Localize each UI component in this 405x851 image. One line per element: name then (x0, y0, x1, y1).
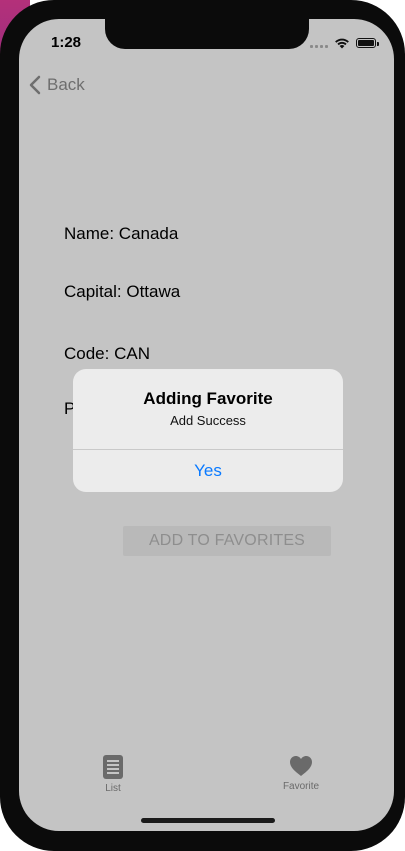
home-indicator[interactable] (141, 818, 275, 823)
phone-frame: 1:28 Back Name: Canada Capital: Ottawa C… (0, 0, 405, 851)
back-label: Back (47, 75, 85, 94)
heart-icon (290, 756, 312, 776)
status-icons (310, 37, 379, 49)
alert-message: Add Success (170, 413, 246, 428)
app-screen: 1:28 Back Name: Canada Capital: Ottawa C… (19, 19, 394, 831)
country-capital: Capital: Ottawa (64, 282, 181, 301)
tab-bar: List Favorite (19, 747, 394, 807)
tab-favorite-label: Favorite (282, 781, 320, 792)
back-button[interactable]: Back (29, 75, 85, 95)
tab-favorite[interactable]: Favorite (271, 755, 331, 792)
alert-dialog: Adding Favorite Add Success Yes (73, 369, 343, 492)
alert-title: Adding Favorite (143, 389, 273, 408)
device-notch (105, 19, 309, 49)
status-time: 1:28 (51, 34, 82, 51)
alert-yes-button[interactable]: Yes (73, 450, 343, 492)
tab-list-label: List (105, 783, 121, 794)
tab-list[interactable]: List (83, 755, 143, 794)
battery-icon (356, 38, 379, 48)
country-code: Code: CAN (64, 344, 150, 363)
list-icon (103, 755, 123, 779)
country-name: Name: Canada (64, 224, 179, 243)
add-to-favorites-button[interactable]: ADD TO FAVORITES (123, 526, 331, 556)
chevron-left-icon (29, 75, 41, 95)
device-stage: 1:28 Back Name: Canada Capital: Ottawa C… (0, 0, 405, 851)
wifi-icon (335, 38, 349, 49)
cellular-signal-icon (310, 38, 328, 48)
